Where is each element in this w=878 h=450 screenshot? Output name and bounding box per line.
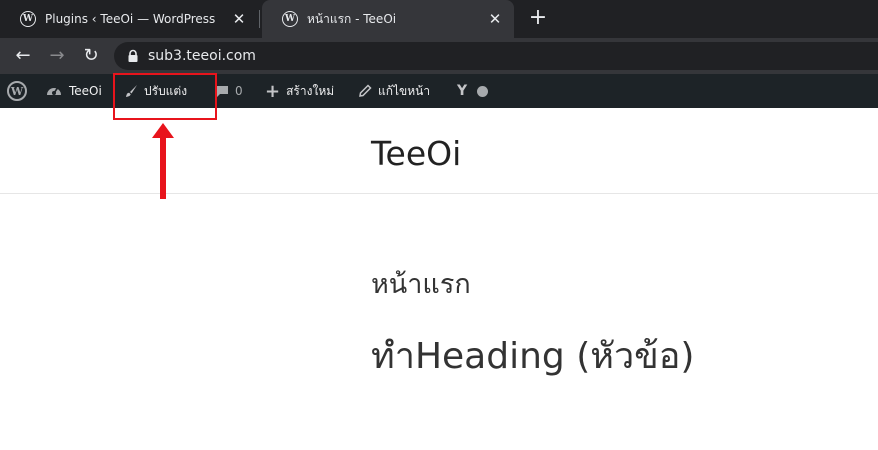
site-name-label: TeeOi [69,84,102,98]
tab-divider [259,10,260,28]
browser-tab-strip: W Plugins ‹ TeeOi — WordPress ✕ W หน้าแร… [0,0,878,38]
tab-title: Plugins ‹ TeeOi — WordPress [45,12,216,26]
new-content-label: สร้างใหม่ [286,83,335,98]
content-heading: ทำHeading (หัวข้อ) [371,336,695,377]
wordpress-logo-icon: W [7,81,27,101]
tab-home[interactable]: W หน้าแรก - TeeOi ✕ [262,0,514,38]
dashboard-gauge-icon [47,87,61,95]
lock-icon [128,49,138,62]
close-tab-icon[interactable]: ✕ [482,10,508,28]
seo-status-dot-icon [477,85,489,97]
close-tab-icon[interactable]: ✕ [226,10,252,28]
url-text: sub3.teeoi.com [148,48,256,64]
site-title[interactable]: TeeOi [371,134,461,173]
reload-icon: ↻ [83,45,99,66]
browser-toolbar: ← → ↻ sub3.teeoi.com [0,38,878,74]
edit-page-menu[interactable]: แก้ไขหน้า [358,74,430,108]
new-tab-button[interactable]: + [526,6,550,30]
address-bar[interactable]: sub3.teeoi.com [114,42,878,70]
annotation-arrow-up-icon [152,123,174,199]
site-header: TeeOi [0,108,878,194]
plus-icon: + [528,5,548,30]
arrow-left-icon: ← [15,45,31,66]
page-title: หน้าแรก [371,269,471,300]
annotation-highlight-box [113,73,217,120]
pencil-icon [359,84,372,97]
comments-count: 0 [235,84,243,98]
tab-title: หน้าแรก - TeeOi [307,11,397,26]
plus-icon: + [265,80,281,102]
comments-menu[interactable]: 0 [215,74,243,108]
yoast-seo-menu[interactable]: Y [457,74,489,108]
arrow-right-icon: → [49,45,65,66]
reload-button[interactable]: ↻ [79,44,103,68]
site-name-menu[interactable]: TeeOi [45,74,102,108]
wp-logo-menu[interactable]: W [7,74,27,108]
forward-button[interactable]: → [45,44,69,68]
back-button[interactable]: ← [11,44,35,68]
comment-bubble-icon [216,86,228,97]
new-content-menu[interactable]: + สร้างใหม่ [265,74,334,108]
yoast-logo-icon: Y [457,83,468,99]
wordpress-favicon-icon: W [282,11,298,27]
edit-page-label: แก้ไขหน้า [378,83,431,98]
tab-plugins[interactable]: W Plugins ‹ TeeOi — WordPress ✕ [0,0,258,38]
wordpress-favicon-icon: W [20,11,36,27]
